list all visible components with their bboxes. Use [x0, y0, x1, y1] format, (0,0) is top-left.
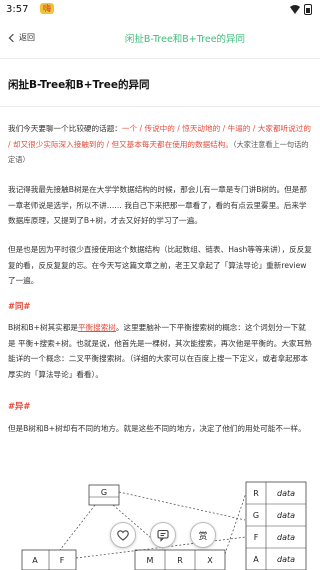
paragraph-diff: 但是B树和B+树却有不同的地方。就是这些不同的地方，决定了他们的用处可能不一样。: [8, 424, 306, 433]
mid-key-0: M: [147, 556, 154, 565]
wifi-icon: [290, 5, 300, 14]
paragraph-review: 但是也是因为平时很少直接使用这个数据结构（比起数组、链表、Hash等等来讲），反…: [8, 245, 312, 285]
record-value-0: data: [277, 489, 295, 498]
action-button-group: 赏: [110, 522, 220, 552]
left-key-1: F: [60, 556, 65, 565]
record-key-2: F: [254, 533, 259, 542]
section-heading-diff: #异#: [8, 401, 31, 411]
notification-icon: 嗨: [40, 3, 54, 14]
root-key: G: [101, 488, 107, 497]
reward-button[interactable]: 赏: [190, 522, 216, 548]
comment-button[interactable]: [150, 522, 176, 548]
record-value-2: data: [277, 533, 295, 542]
paragraph-intro: 我们今天要聊一个比较硬的话题：一个 / 传说中的 / 惊天动地的 / 牛逼的 /…: [8, 121, 312, 168]
like-button[interactable]: [110, 522, 136, 548]
back-label: 返回: [19, 33, 35, 42]
battery-icon: [304, 4, 312, 15]
left-key-0: A: [32, 556, 38, 565]
title-divider: [0, 106, 320, 107]
same-lead: B树和B+树其实都是: [8, 323, 78, 332]
balanced-search-tree-link[interactable]: 平衡搜索树: [78, 323, 116, 332]
record-value-3: data: [277, 555, 295, 564]
mid-key-2: X: [207, 556, 213, 565]
comment-icon: [157, 529, 169, 542]
intro-lead: 我们今天要聊一个比较硬的话题：: [8, 124, 122, 133]
paragraph-same: B树和B+树其实都是平衡搜索树。这里要脑补一下平衡搜索树的概念：这个词划分一下就…: [8, 320, 312, 382]
mid-key-1: R: [177, 556, 183, 565]
nav-title: 闲扯B-Tree和B+Tree的异同: [124, 34, 246, 45]
reward-label: 赏: [198, 531, 208, 542]
section-heading-same: #同#: [8, 301, 31, 311]
nav-divider: [0, 58, 320, 59]
status-time: 3:57: [6, 4, 29, 15]
paragraph-history: 我记得我最先接触B树是在大学学数据结构的时候，那会儿有一章是专门讲B树的。但是那…: [8, 185, 307, 225]
record-key-0: R: [253, 489, 259, 498]
record-value-1: data: [277, 511, 295, 520]
chevron-left-icon: [8, 33, 18, 42]
status-icons: [290, 4, 312, 15]
record-key-1: G: [253, 511, 259, 520]
back-button[interactable]: 返回: [8, 32, 35, 43]
record-key-3: A: [253, 555, 259, 564]
nav-bar: 返回 闲扯B-Tree和B+Tree的异同: [0, 22, 320, 56]
heart-icon: [117, 530, 129, 541]
bplus-tree-diagram: G A F M R X R data G data F data A data: [21, 481, 307, 570]
article-title: 闲扯B-Tree和B+Tree的异同: [8, 79, 150, 91]
status-bar: 3:57 嗨: [0, 0, 320, 20]
